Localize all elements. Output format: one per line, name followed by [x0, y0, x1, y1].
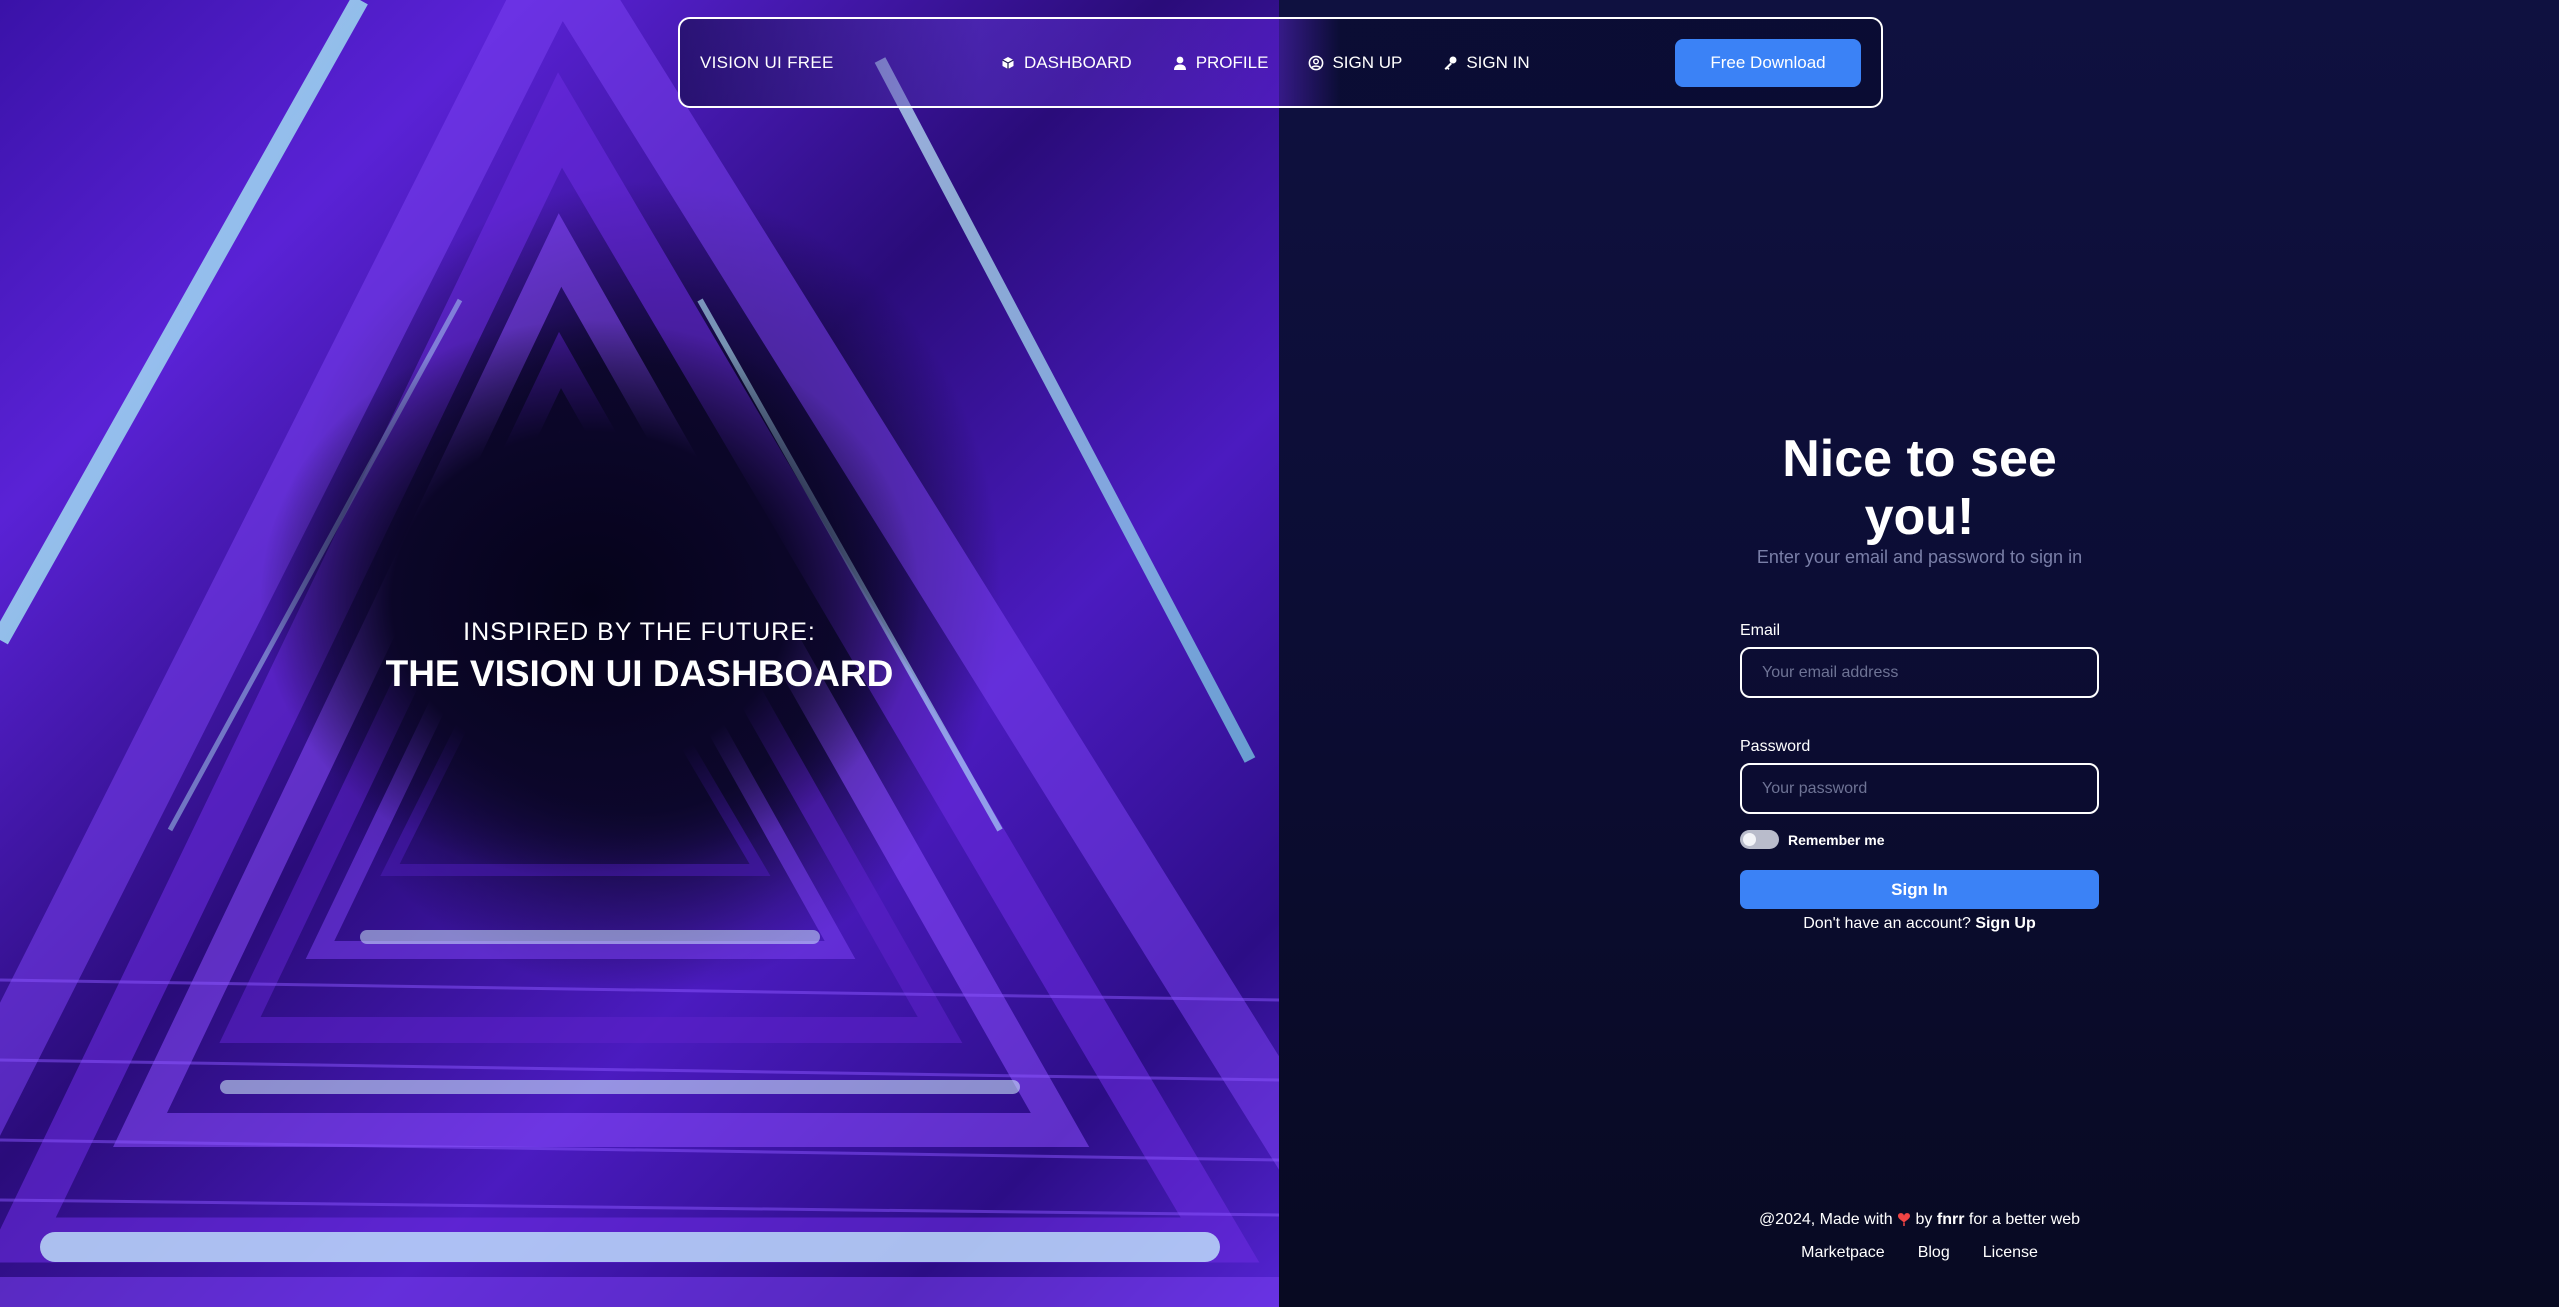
- nav-links: DASHBOARD PROFILE SIGN UP SIGN IN: [1000, 53, 1530, 73]
- toggle-knob: [1743, 833, 1756, 846]
- no-account-text: Don't have an account?: [1803, 915, 1971, 932]
- footer-link-license[interactable]: License: [1983, 1244, 2038, 1262]
- hero-subtitle: INSPIRED BY THE FUTURE:: [463, 618, 816, 646]
- remember-me-label: Remember me: [1788, 831, 1885, 848]
- hero-caption: INSPIRED BY THE FUTURE: THE VISION UI DA…: [0, 618, 1279, 695]
- nav-link-label: DASHBOARD: [1024, 52, 1132, 72]
- email-field[interactable]: [1740, 647, 2099, 698]
- signup-prompt: Don't have an account? Sign Up: [1740, 915, 2099, 933]
- password-field[interactable]: [1740, 763, 2099, 814]
- nav-link-signin[interactable]: SIGN IN: [1442, 52, 1530, 73]
- sign-in-button[interactable]: Sign In: [1740, 870, 2099, 909]
- nav-link-dashboard[interactable]: DASHBOARD: [1000, 53, 1132, 73]
- footer-links: Marketpace Blog License: [1740, 1244, 2099, 1262]
- sign-up-link[interactable]: Sign Up: [1975, 915, 2035, 932]
- nav-link-label: SIGN UP: [1332, 52, 1403, 72]
- dashboard-icon: [1002, 56, 1014, 69]
- hero-title: THE VISION UI DASHBOARD: [385, 653, 894, 694]
- remember-me-toggle[interactable]: [1740, 830, 1779, 849]
- nav-link-label: PROFILE: [1195, 52, 1269, 72]
- key-icon: [1444, 56, 1457, 70]
- footer-link-marketplace[interactable]: Marketpace: [1801, 1244, 1885, 1262]
- form-subtitle: Enter your email and password to sign in: [1756, 547, 2083, 567]
- person-icon: [1173, 56, 1186, 70]
- email-group: Email: [1740, 622, 2099, 698]
- heart-icon: [1898, 1213, 1911, 1226]
- hero-image: INSPIRED BY THE FUTURE: THE VISION UI DA…: [0, 0, 1279, 1307]
- footer: @2024, Made with by fnrr for a better we…: [1740, 1210, 2099, 1262]
- brand-logo-text[interactable]: VISION UI FREE: [700, 53, 834, 73]
- footer-prefix: @2024, Made with: [1758, 1211, 1893, 1228]
- nav-link-signup[interactable]: SIGN UP: [1308, 53, 1402, 73]
- free-download-button[interactable]: Free Download: [1675, 38, 1861, 87]
- email-label: Email: [1740, 622, 1781, 639]
- footer-author[interactable]: fnrr: [1937, 1211, 1965, 1228]
- remember-me-row: Remember me: [1740, 830, 2099, 849]
- form-title: Nice to see you!: [1782, 430, 2057, 546]
- footer-suffix: for a better web: [1968, 1211, 2081, 1228]
- signin-form: Nice to see you! Enter your email and pa…: [1740, 430, 2099, 933]
- nav-link-profile[interactable]: PROFILE: [1172, 52, 1269, 73]
- footer-link-blog[interactable]: Blog: [1918, 1244, 1950, 1262]
- footer-by: by: [1915, 1211, 1933, 1228]
- nav-link-label: SIGN IN: [1466, 52, 1530, 72]
- footer-credit: @2024, Made with by fnrr for a better we…: [1740, 1210, 2099, 1229]
- top-navbar: VISION UI FREE DASHBOARD PROFILE SIGN UP: [678, 17, 1883, 108]
- password-label: Password: [1740, 738, 1811, 755]
- user-circle-icon: [1309, 55, 1324, 70]
- password-group: Password: [1740, 738, 2099, 814]
